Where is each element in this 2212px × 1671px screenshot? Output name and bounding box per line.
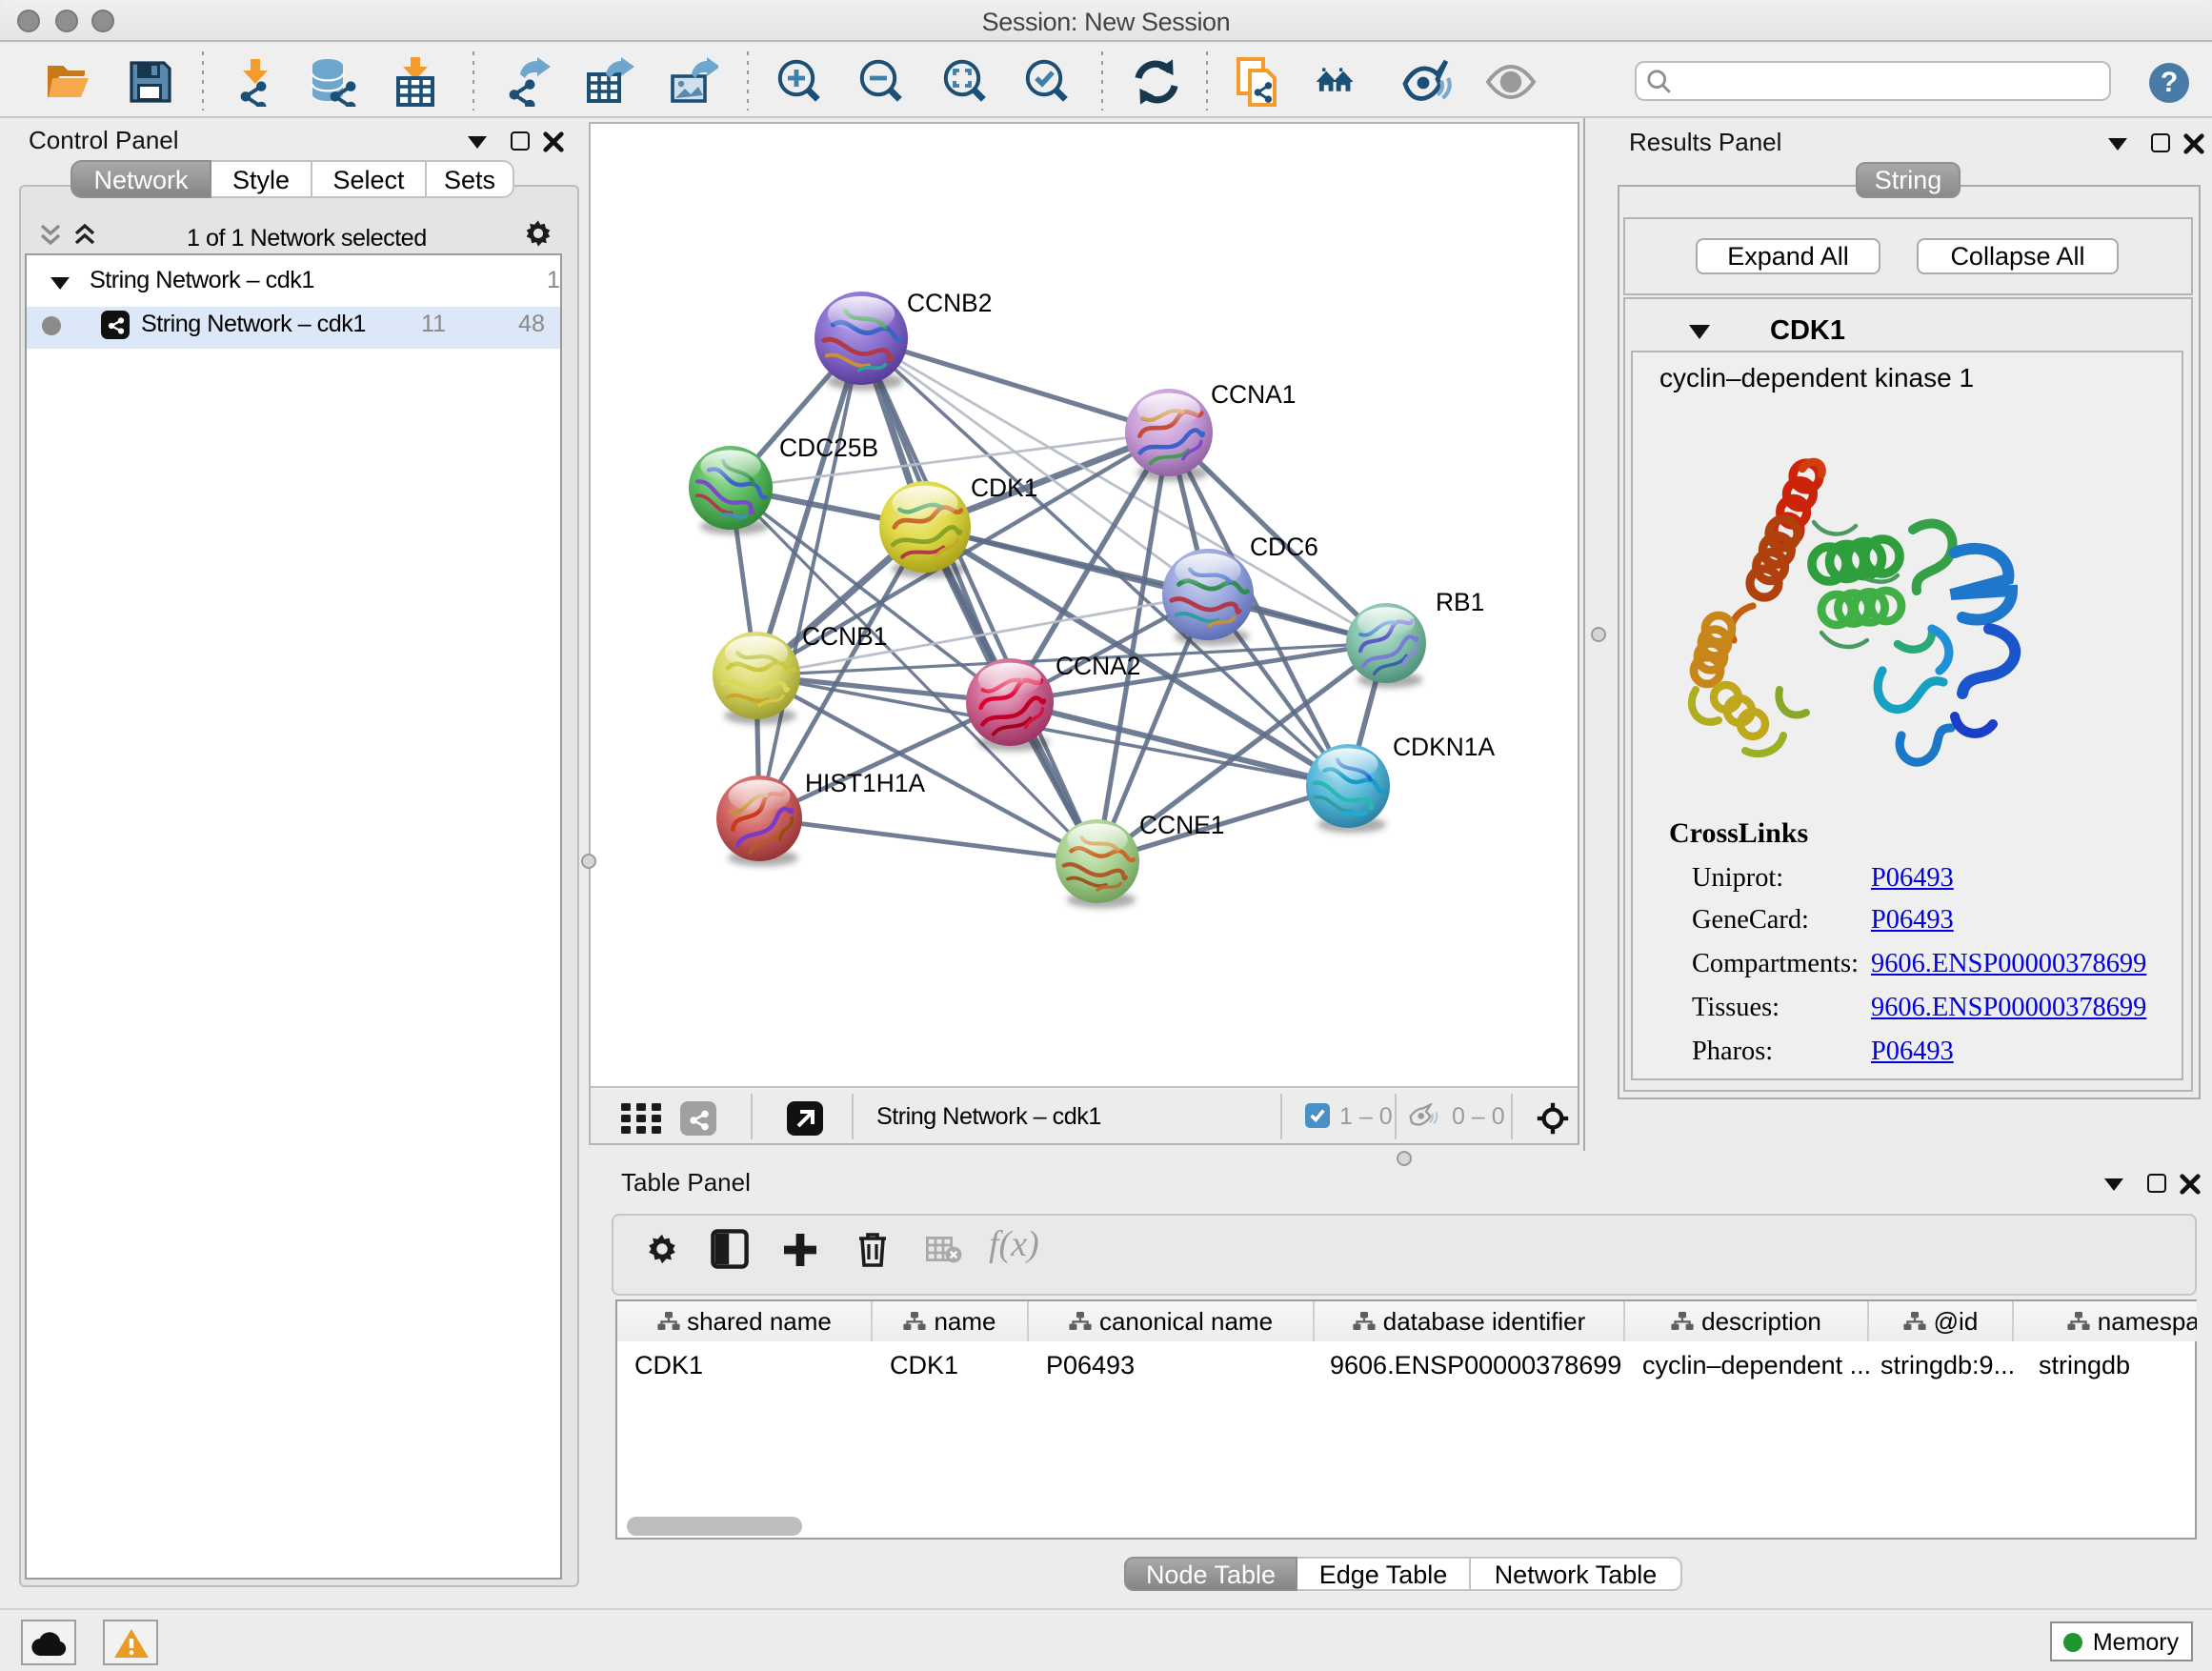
svg-text:RB1: RB1 — [1436, 588, 1484, 616]
svg-text:CCNB1: CCNB1 — [802, 622, 887, 651]
svg-text:CCNA1: CCNA1 — [1211, 380, 1296, 409]
svg-text:CCNA2: CCNA2 — [1056, 652, 1140, 680]
svg-text:CCNE1: CCNE1 — [1139, 811, 1224, 839]
svg-text:CDC25B: CDC25B — [779, 433, 878, 462]
svg-text:CDKN1A: CDKN1A — [1393, 733, 1495, 761]
svg-text:HIST1H1A: HIST1H1A — [805, 769, 926, 797]
svg-text:CDC6: CDC6 — [1250, 533, 1318, 561]
svg-text:CDK1: CDK1 — [971, 473, 1037, 502]
svg-text:CCNB2: CCNB2 — [907, 289, 992, 317]
